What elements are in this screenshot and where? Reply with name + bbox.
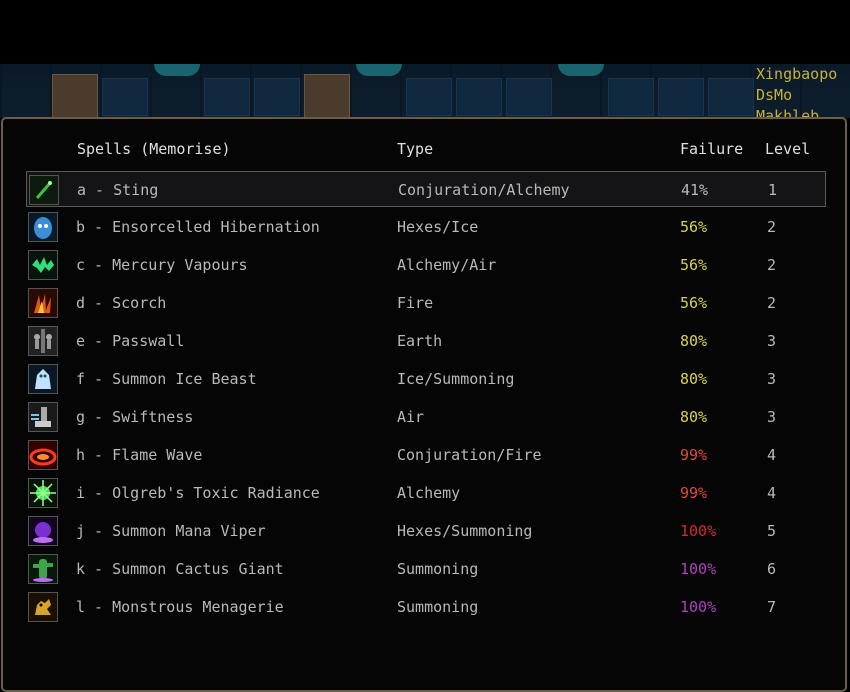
spell-failure: 80% [680, 332, 708, 350]
spell-type: Ice/Summoning [397, 370, 515, 388]
swiftness-icon [28, 402, 58, 432]
hibernation-icon [28, 212, 58, 242]
spell-name: b - Ensorcelled Hibernation [76, 218, 320, 236]
spell-row[interactable]: f - Summon Ice Beast Ice/Summoning 80% 3 [26, 361, 826, 397]
spell-name: f - Summon Ice Beast [76, 370, 257, 388]
spell-row[interactable]: d - Scorch Fire 56% 2 [26, 285, 826, 321]
spell-level: 3 [767, 408, 777, 426]
spell-failure: 80% [680, 370, 708, 388]
mana-viper-icon [28, 516, 58, 546]
spell-row[interactable]: k - Summon Cactus Giant Summoning 100% 6 [26, 551, 826, 587]
spell-level: 7 [767, 598, 777, 616]
spell-row[interactable]: i - Olgreb's Toxic Radiance Alchemy 99% 4 [26, 475, 826, 511]
column-header-failure: Failure [680, 140, 744, 158]
column-header-spells: Spells (Memorise) [77, 140, 231, 158]
spell-name: c - Mercury Vapours [76, 256, 248, 274]
spell-level: 4 [767, 446, 777, 464]
spell-failure: 56% [680, 256, 708, 274]
spell-level: 3 [767, 370, 777, 388]
cactus-giant-icon [28, 554, 58, 584]
spell-failure: 99% [680, 484, 708, 502]
spell-type: Hexes/Ice [397, 218, 479, 236]
spell-failure: 56% [680, 294, 708, 312]
spell-name: h - Flame Wave [76, 446, 203, 464]
spell-type: Alchemy/Air [397, 256, 497, 274]
spell-name: k - Summon Cactus Giant [76, 560, 284, 578]
spell-type: Fire [397, 294, 434, 312]
spell-name: d - Scorch [76, 294, 167, 312]
spell-level: 5 [767, 522, 777, 540]
spell-type: Air [397, 408, 425, 426]
spell-type: Summoning [397, 598, 479, 616]
dungeon-view [0, 64, 850, 118]
spell-row[interactable]: c - Mercury Vapours Alchemy/Air 56% 2 [26, 247, 826, 283]
menagerie-icon [28, 592, 58, 622]
spell-failure: 100% [680, 522, 717, 540]
spell-type: Earth [397, 332, 443, 350]
spell-level: 6 [767, 560, 777, 578]
spell-failure: 56% [680, 218, 708, 236]
passwall-icon [28, 326, 58, 356]
spell-name: i - Olgreb's Toxic Radiance [76, 484, 320, 502]
spell-failure: 80% [680, 408, 708, 426]
spell-name: g - Swiftness [76, 408, 194, 426]
spell-name: j - Summon Mana Viper [76, 522, 266, 540]
spell-type: Alchemy [397, 484, 461, 502]
spell-type: Hexes/Summoning [397, 522, 533, 540]
spell-name: a - Sting [77, 181, 159, 199]
toxic-radiance-icon [28, 478, 58, 508]
spell-level: 2 [767, 294, 777, 312]
spell-row[interactable]: j - Summon Mana Viper Hexes/Summoning 100%… [26, 513, 826, 549]
spell-level: 2 [767, 256, 777, 274]
spell-row[interactable]: a - Sting Conjuration/Alchemy 41% 1 [26, 171, 826, 207]
spell-type: Conjuration/Alchemy [398, 181, 570, 199]
spell-type: Summoning [397, 560, 479, 578]
spell-level: 1 [768, 181, 778, 199]
spell-name: l - Monstrous Menagerie [76, 598, 284, 616]
mercury-vapours-icon [28, 250, 58, 280]
sting-icon [29, 175, 59, 205]
spell-row[interactable]: e - Passwall Earth 80% 3 [26, 323, 826, 359]
spell-level: 2 [767, 218, 777, 236]
spell-row[interactable]: l - Monstrous Menagerie Summoning 100% 7 [26, 589, 826, 625]
player-name: DsMo [756, 86, 793, 104]
column-header-level: Level [765, 140, 811, 158]
spell-level: 4 [767, 484, 777, 502]
spell-name: e - Passwall [76, 332, 185, 350]
spell-level: 3 [767, 332, 777, 350]
spell-row[interactable]: h - Flame Wave Conjuration/Fire 99% 4 [26, 437, 826, 473]
column-header-type: Type [397, 140, 434, 158]
spell-failure: 99% [680, 446, 708, 464]
spell-failure: 100% [680, 598, 717, 616]
spell-failure: 41% [681, 181, 709, 199]
spell-row[interactable]: b - Ensorcelled Hibernation Hexes/Ice 56% 2 [26, 209, 826, 245]
ice-beast-icon [28, 364, 58, 394]
spell-row[interactable]: g - Swiftness Air 80% 3 [26, 399, 826, 435]
flame-wave-icon [28, 440, 58, 470]
player-name: Xingbaopo [756, 65, 838, 83]
scorch-icon [28, 288, 58, 318]
spell-type: Conjuration/Fire [397, 446, 542, 464]
spell-failure: 100% [680, 560, 717, 578]
